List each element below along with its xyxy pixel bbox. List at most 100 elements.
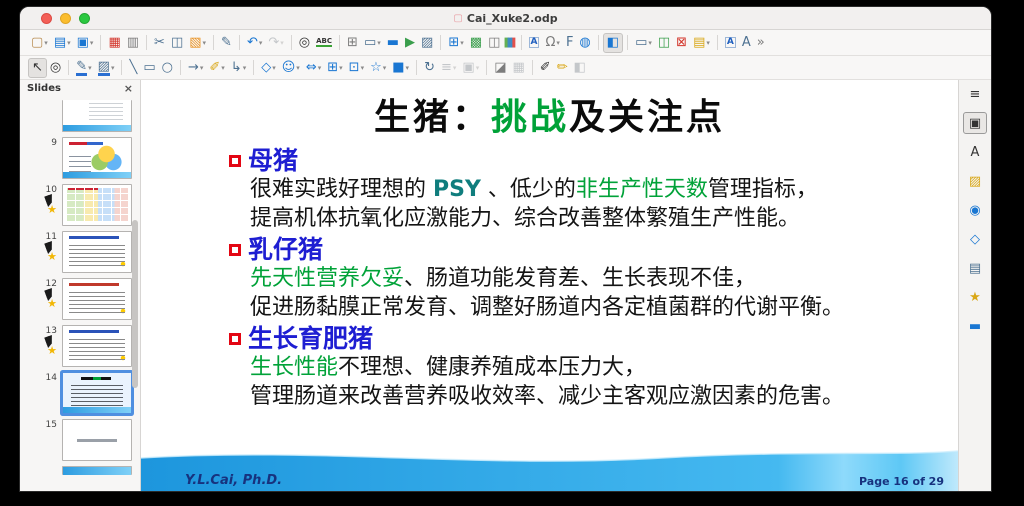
fontwork-button[interactable]: F [563,33,576,53]
display-grid-button[interactable]: ⊞ [344,33,361,53]
spelling-button[interactable]: ABC [313,33,335,53]
callouts-tool[interactable]: ⊡▾ [346,58,367,78]
hyperlink-button[interactable]: ◍ [576,33,593,53]
animation-panel-icon[interactable]: ★ [963,286,987,308]
character-spacing-button[interactable]: A [739,33,754,53]
slides-panel: Slides × 9 [20,80,141,491]
slides-panel-close-icon[interactable]: × [124,82,133,95]
slide-thumbnail-image[interactable] [62,184,132,226]
slide-thumbnail[interactable]: 14 [20,372,134,414]
block-arrows-tool[interactable]: ⇔▾ [303,58,324,78]
navigator-panel-icon[interactable]: ◉ [963,199,987,221]
line-color-tool[interactable]: ✎▾ [73,58,94,78]
master-slide-button[interactable]: ▭▾ [361,33,384,53]
new-document-button[interactable]: ▢▾ [28,33,51,53]
slide-thumbnail[interactable] [20,466,134,475]
cut-button[interactable]: ✂ [151,33,168,53]
rectangle-tool[interactable]: ▭ [140,58,158,78]
insert-media-button[interactable]: ▨ [418,33,436,53]
arrange-tool[interactable]: ▣▾ [459,58,482,78]
print-button[interactable]: ▥ [124,33,142,53]
start-slideshow-button[interactable]: ▶ [402,33,418,53]
ellipse-tool[interactable]: ○ [159,58,176,78]
special-character-button[interactable]: Ω▾ [542,33,562,53]
slide-thumbnail[interactable]: 10 ★ [20,184,134,226]
curves-polygons-tool[interactable]: ✐▾ [206,58,227,78]
shadow-tool[interactable]: ◪ [491,58,509,78]
show-draw-functions-button[interactable]: ◧ [603,33,623,53]
slides-panel-header: Slides × [20,80,140,97]
lines-arrows-tool[interactable]: →▾ [185,58,206,78]
slide-thumbnail-image[interactable] [62,278,132,320]
slide-thumbnail[interactable]: 12 ★ [20,278,134,320]
zoom-tool[interactable]: ◎ [47,58,64,78]
gallery-panel-icon[interactable]: ▨ [963,170,987,192]
slide-body-text[interactable]: 母猪 很难实践好理想的 PSY 、低少的非生产性天数管理指标， 提高机体抗氧化应… [229,146,958,411]
flowchart-tool[interactable]: ⊞▾ [324,58,345,78]
slide-thumbnail-image[interactable] [62,419,132,461]
insert-columns-button[interactable]: ◫ [485,33,503,53]
delete-slide-button[interactable]: ⊠ [673,33,690,53]
shapes-panel-icon[interactable]: ◇ [963,228,987,250]
undo-button[interactable]: ↶▾ [244,33,265,53]
select-tool[interactable]: ↖ [28,58,47,78]
text-segment-teal: PSY [433,177,481,202]
insert-chart-button[interactable]: ▮ [503,33,516,53]
close-window-button[interactable] [41,13,52,24]
toggle-extrusion-tool[interactable]: ◧ [571,58,589,78]
slide-thumbnail[interactable]: 15 [20,419,134,461]
slide-thumbnail-image[interactable] [62,100,132,132]
rotate-tool[interactable]: ↻ [421,58,438,78]
insert-text-box-button[interactable]: A [526,33,543,53]
insert-header-footer-button[interactable]: A [722,33,739,53]
slide-thumbnail[interactable]: 9 [20,137,134,179]
body-line: 先天性营养欠妥、肠道功能发育差、生长表现不佳， [250,264,958,293]
new-slide-button[interactable]: ▭▾ [632,33,655,53]
slide-canvas[interactable]: 生猪：挑战及关注点 母猪 很难实践好理想的 PSY 、低少的非生产性天数管理指标… [141,80,958,491]
export-pdf-button[interactable]: ▦ [105,33,123,53]
text-segment: 很难实践好理想的 [250,177,433,202]
slide-transition-panel-icon[interactable]: ▤ [963,257,987,279]
align-tool[interactable]: ≡▾ [438,58,459,78]
redo-button[interactable]: ↷▾ [265,33,286,53]
stars-tool[interactable]: ☆▾ [367,58,389,78]
save-button[interactable]: ▣▾ [74,33,97,53]
slide-thumbnail[interactable] [20,102,134,132]
styles-panel-icon[interactable]: A [963,141,987,163]
basic-shapes-tool[interactable]: ◇▾ [258,58,279,78]
find-replace-button[interactable]: ◎ [296,33,313,53]
insert-line-tool[interactable]: ╲ [126,58,140,78]
glue-points-tool[interactable]: ✏ [554,58,571,78]
zoom-window-button[interactable] [79,13,90,24]
minimize-window-button[interactable] [60,13,71,24]
slide-thumbnail[interactable]: 11 ★ [20,231,134,273]
more-tools-button[interactable]: » [754,33,768,53]
master-slides-panel-icon[interactable]: ▬ [963,315,987,337]
3d-objects-tool[interactable]: ■▾ [389,58,412,78]
slide-thumbnail-image[interactable] [62,137,132,179]
connectors-tool[interactable]: ↳▾ [228,58,249,78]
crop-tool[interactable]: ▦ [510,58,528,78]
slide-thumbnail-image[interactable] [62,325,132,367]
duplicate-slide-button[interactable]: ◫ [655,33,673,53]
copy-button[interactable]: ◫ [168,33,186,53]
insert-table-button[interactable]: ⊞▾ [445,33,466,53]
edit-points-tool[interactable]: ✐ [537,58,554,78]
symbol-shapes-tool[interactable]: ☺▾ [279,58,303,78]
toolbar-separator [68,60,69,75]
insert-image-button[interactable]: ▩ [467,33,485,53]
sidebar-settings-icon[interactable]: ≡ [963,83,987,105]
slide-thumbnail-image[interactable] [62,372,132,414]
properties-panel-icon[interactable]: ▣ [963,112,987,134]
slide-thumbnail-image[interactable] [62,231,132,273]
clone-formatting-button[interactable]: ✎ [218,33,235,53]
slide-thumbnail[interactable]: 13 ★ [20,325,134,367]
open-button[interactable]: ▤▾ [51,33,74,53]
paste-button[interactable]: ▧▾ [186,33,209,53]
display-mode-button[interactable]: ▬ [384,33,402,53]
fill-color-tool[interactable]: ▨▾ [95,58,118,78]
slide-title[interactable]: 生猪：挑战及关注点 [141,80,958,140]
slide-thumbnail-image[interactable] [62,466,132,475]
slide-properties-button[interactable]: ▤▾ [690,33,713,53]
slides-panel-scrollbar[interactable] [132,220,138,388]
